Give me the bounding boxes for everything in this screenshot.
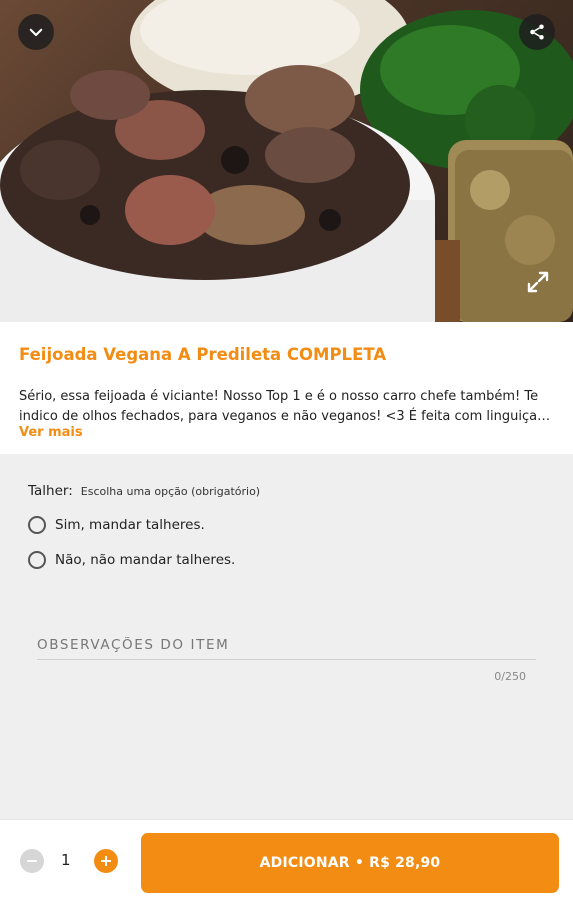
option-no-cutlery[interactable]: Não, não mandar talheres. (28, 551, 235, 569)
product-description: Sério, essa feijoada é viciante! Nosso T… (19, 389, 539, 424)
bottom-action-bar: 1 ADICIONAR • R$ 28,90 (0, 819, 573, 900)
radio-button[interactable] (28, 551, 46, 569)
character-counter: 0/250 (494, 670, 526, 683)
option-label: Sim, mandar talheres. (55, 517, 205, 533)
share-button[interactable] (519, 14, 555, 50)
chevron-down-icon (29, 28, 43, 37)
option-label: Não, não mandar talheres. (55, 552, 236, 568)
share-icon (530, 24, 544, 40)
see-more-link[interactable]: Ver mais (19, 425, 83, 440)
option-group-hint: Escolha uma opção (obrigatório) (80, 485, 261, 498)
options-section: Talher: Escolha uma opção (obrigatório) … (0, 454, 573, 819)
add-to-cart-button[interactable]: ADICIONAR • R$ 28,90 (141, 833, 559, 893)
product-info: Feijoada Vegana A Predileta COMPLETA Sér… (0, 322, 573, 454)
increase-quantity-button[interactable] (94, 849, 118, 873)
quantity-value: 1 (61, 851, 71, 869)
product-image (0, 0, 573, 322)
plus-icon (101, 856, 111, 866)
minus-icon (27, 860, 37, 862)
observations-input[interactable] (37, 630, 536, 660)
add-to-cart-label: ADICIONAR • R$ 28,90 (259, 855, 441, 871)
close-button[interactable] (18, 14, 54, 50)
option-group-header: Talher: Escolha uma opção (obrigatório) (28, 483, 260, 499)
expand-image-button[interactable] (521, 265, 555, 299)
product-title: Feijoada Vegana A Predileta COMPLETA (19, 345, 387, 364)
decrease-quantity-button[interactable] (20, 849, 44, 873)
option-group-title: Talher: (28, 483, 73, 499)
radio-button[interactable] (28, 516, 46, 534)
expand-icon (527, 271, 549, 293)
option-yes-cutlery[interactable]: Sim, mandar talheres. (28, 516, 205, 534)
feijoada-photo (0, 0, 573, 322)
